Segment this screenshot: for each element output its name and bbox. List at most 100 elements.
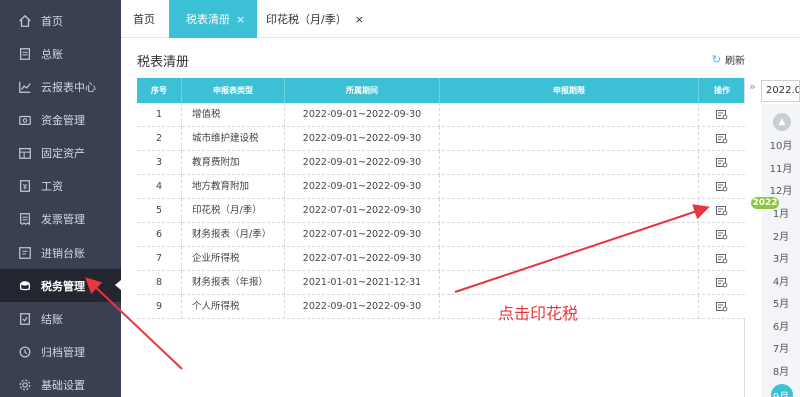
cell-period: 2022-09-01~2022-09-30 — [285, 151, 440, 175]
declare-icon[interactable] — [716, 110, 728, 120]
year-tag: 2022 — [751, 197, 779, 209]
sidebar-item-label: 结账 — [41, 312, 63, 326]
sidebar-item-home[interactable]: 首页 — [0, 4, 121, 37]
asset-icon — [17, 145, 33, 161]
cell-period: 2022-07-01~2022-09-30 — [285, 199, 440, 223]
refresh-button[interactable]: ↻ 刷新 — [712, 52, 745, 67]
sidebar-item-label: 基础设置 — [41, 378, 85, 392]
declare-icon[interactable] — [716, 158, 728, 168]
cell-actions — [699, 199, 745, 223]
cell-deadline — [440, 175, 699, 199]
declare-icon[interactable] — [716, 278, 728, 288]
sidebar-item-ledger[interactable]: 总账 — [0, 37, 121, 70]
table-row: 9 个人所得税 2022-09-01~2022-09-30 — [137, 295, 745, 319]
home-icon — [17, 13, 33, 29]
cell-period: 2022-07-01~2022-09-30 — [285, 247, 440, 271]
page-title: 税表清册 — [137, 55, 190, 70]
declare-icon[interactable] — [716, 230, 728, 240]
declare-icon[interactable] — [716, 302, 728, 312]
cell-type: 个人所得税 — [182, 295, 285, 319]
header-type: 申报表类型 — [182, 78, 285, 103]
sidebar-item-close-books[interactable]: 结账 — [0, 302, 121, 335]
sidebar-item-settings[interactable]: 基础设置 — [0, 368, 121, 397]
annotation-text: 点击印花税 — [498, 304, 579, 323]
cell-type: 增值税 — [182, 103, 285, 127]
cell-no: 7 — [137, 247, 182, 271]
cell-actions — [699, 247, 745, 271]
cell-type: 教育费附加 — [182, 151, 285, 175]
cell-deadline — [440, 247, 699, 271]
month-item[interactable]: 6月 — [762, 318, 800, 333]
chevron-up-icon[interactable]: ▲ — [773, 113, 791, 131]
sidebar-item-archive[interactable]: 归档管理 — [0, 335, 121, 368]
archive-icon — [17, 344, 33, 360]
declare-icon[interactable] — [716, 206, 728, 216]
cell-period: 2022-09-01~2022-09-30 — [285, 127, 440, 151]
cell-actions — [699, 295, 745, 319]
chart-icon — [17, 79, 33, 95]
declare-icon[interactable] — [716, 254, 728, 264]
month-item[interactable]: 7月 — [762, 340, 800, 355]
sidebar-item-label: 固定资产 — [41, 146, 85, 160]
cell-deadline — [440, 103, 699, 127]
sidebar-item-invoice[interactable]: 发票管理 — [0, 202, 121, 235]
month-item[interactable]: 8月 — [762, 363, 800, 378]
cell-no: 6 — [137, 223, 182, 247]
tab-stamp-duty[interactable]: 印花税（月/季） × — [266, 0, 364, 38]
sidebar-item-fixed-assets[interactable]: 固定资产 — [0, 136, 121, 169]
sidebar-item-funds[interactable]: 资金管理 — [0, 103, 121, 136]
month-item[interactable]: 12月 — [762, 182, 800, 197]
close-icon[interactable]: × — [355, 13, 364, 26]
period-date-input[interactable]: 2022.09 — [761, 80, 800, 102]
month-item[interactable]: 11月 — [762, 160, 800, 175]
cell-type: 财务报表（月/季） — [182, 223, 285, 247]
cell-no: 8 — [137, 271, 182, 295]
month-item[interactable]: 5月 — [762, 295, 800, 310]
table-row: 7 企业所得税 2022-07-01~2022-09-30 — [137, 247, 745, 271]
tab-label: 印花税（月/季） — [266, 13, 347, 26]
table-row: 8 财务报表（年报） 2021-01-01~2021-12-31 — [137, 271, 745, 295]
sidebar-item-label: 工资 — [41, 179, 63, 193]
cell-period: 2022-09-01~2022-09-30 — [285, 175, 440, 199]
cell-actions — [699, 151, 745, 175]
sidebar-item-label: 归档管理 — [41, 345, 85, 359]
tab-home[interactable]: 首页 — [133, 0, 155, 38]
cell-no: 9 — [137, 295, 182, 319]
tab-label: 税表清册 — [186, 13, 230, 26]
header-deadline: 申报期限 — [440, 78, 699, 103]
invoice-icon — [17, 211, 33, 227]
sidebar-item-label: 税务管理 — [41, 279, 85, 293]
refresh-icon: ↻ — [711, 53, 721, 66]
month-item[interactable]: 3月 — [762, 250, 800, 265]
sidebar-item-salary[interactable]: 工资 — [0, 169, 121, 202]
sidebar-item-inventory[interactable]: 进销台账 — [0, 236, 121, 269]
table-row: 1 增值税 2022-09-01~2022-09-30 — [137, 103, 745, 127]
month-item-current[interactable]: 9月 — [762, 388, 800, 397]
declare-icon[interactable] — [716, 182, 728, 192]
cell-period: 2022-09-01~2022-09-30 — [285, 295, 440, 319]
settings-icon — [17, 377, 33, 393]
cell-actions — [699, 103, 745, 127]
month-item[interactable]: 2月 — [762, 228, 800, 243]
declare-icon[interactable] — [716, 134, 728, 144]
sidebar-item-label: 资金管理 — [41, 113, 85, 127]
cell-actions — [699, 175, 745, 199]
sidebar-item-label: 云报表中心 — [41, 80, 96, 94]
header-period: 所属期间 — [285, 78, 440, 103]
table-row: 2 城市维护建设税 2022-09-01~2022-09-30 — [137, 127, 745, 151]
header-no: 序号 — [137, 78, 182, 103]
month-item[interactable]: 10月 — [762, 137, 800, 152]
tab-bar: 首页 税表清册 × 印花税（月/季） × — [121, 0, 800, 38]
month-item[interactable]: 4月 — [762, 273, 800, 288]
close-icon[interactable]: × — [236, 13, 245, 26]
tab-tax-list[interactable]: 税表清册 × — [169, 0, 258, 38]
sidebar-item-label: 发票管理 — [41, 212, 85, 226]
sidebar-item-tax-management[interactable]: 税务管理 — [0, 269, 121, 302]
sidebar-item-report-center[interactable]: 云报表中心 — [0, 70, 121, 103]
cell-type: 城市维护建设税 — [182, 127, 285, 151]
cell-type: 企业所得税 — [182, 247, 285, 271]
cell-no: 4 — [137, 175, 182, 199]
tax-icon — [17, 278, 33, 294]
collapse-rail-icon[interactable]: » — [749, 80, 761, 100]
tab-label: 首页 — [133, 13, 155, 26]
